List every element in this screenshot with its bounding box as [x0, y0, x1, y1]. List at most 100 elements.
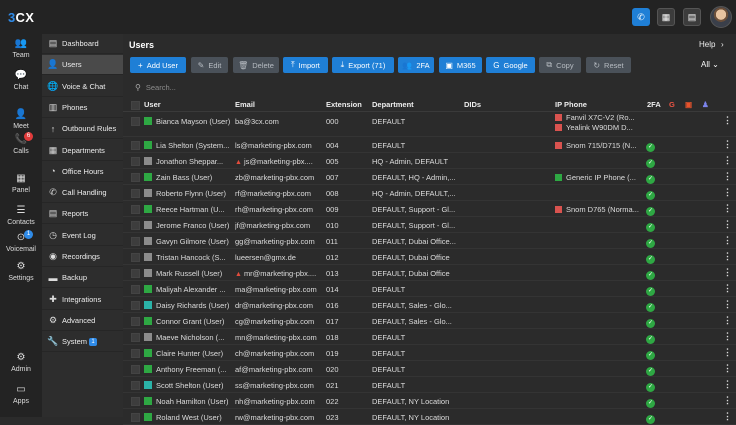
- row-menu-icon[interactable]: ⋮: [723, 219, 732, 230]
- column-user[interactable]: User: [144, 100, 161, 109]
- menu-item-outbound-rules[interactable]: ↑ Outbound Rules: [42, 119, 123, 140]
- row-menu-icon[interactable]: ⋮: [723, 251, 732, 262]
- table-row[interactable]: Anthony Freeman (... af@marketing-pbx.com…: [123, 361, 736, 377]
- row-checkbox[interactable]: [131, 116, 140, 126]
- notes-icon[interactable]: ▤: [683, 8, 701, 26]
- menu-item-recordings[interactable]: ◉ Recordings: [42, 247, 123, 267]
- qr-code-icon[interactable]: ▦: [657, 8, 675, 26]
- user-name[interactable]: Lia Shelton (System...: [156, 141, 232, 150]
- table-row[interactable]: Jerome Franco (User) jf@marketing-pbx.com…: [123, 217, 736, 233]
- import-button[interactable]: ⤒ Import: [283, 57, 328, 73]
- row-checkbox[interactable]: [131, 188, 140, 198]
- add-user-button[interactable]: + Add User: [130, 57, 186, 73]
- table-row[interactable]: Maeve Nicholson (... mn@marketing-pbx.com…: [123, 329, 736, 345]
- row-menu-icon[interactable]: ⋮: [723, 267, 732, 278]
- row-menu-icon[interactable]: ⋮: [723, 395, 732, 406]
- row-checkbox[interactable]: [131, 220, 140, 230]
- rail-item-team[interactable]: 👥 Team: [0, 38, 42, 59]
- column-extension[interactable]: Extension: [326, 100, 362, 109]
- user-name[interactable]: Daisy Richards (User): [156, 301, 232, 310]
- user-name[interactable]: Bianca Mayson (User): [156, 117, 232, 126]
- reset-button[interactable]: ↻ Reset: [586, 57, 631, 73]
- row-menu-icon[interactable]: ⋮: [723, 299, 732, 310]
- menu-item-call-handling[interactable]: ✆ Call Handling: [42, 183, 123, 204]
- chevron-right-icon[interactable]: ›: [721, 40, 724, 49]
- column-department[interactable]: Department: [372, 100, 414, 109]
- rail-item-panel[interactable]: ▦ Panel: [0, 173, 42, 194]
- row-menu-icon[interactable]: ⋮: [723, 139, 732, 150]
- row-checkbox[interactable]: [131, 364, 140, 374]
- ip-phone[interactable]: Snom D765 (Norma...: [555, 205, 643, 214]
- row-menu-icon[interactable]: ⋮: [723, 187, 732, 198]
- user-name[interactable]: Maliyah Alexander ...: [156, 285, 232, 294]
- google-button[interactable]: G Google: [486, 57, 535, 73]
- column-dids[interactable]: DIDs: [464, 100, 481, 109]
- user-name[interactable]: Claire Hunter (User): [156, 349, 232, 358]
- app-logo[interactable]: 3CX: [8, 10, 34, 25]
- column-email[interactable]: Email: [235, 100, 255, 109]
- user-name[interactable]: Maeve Nicholson (...: [156, 333, 232, 342]
- table-row[interactable]: Bianca Mayson (User) ba@3cx.com 000 DEFAULT…: [123, 113, 736, 137]
- table-row[interactable]: Daisy Richards (User) dr@marketing-pbx.co…: [123, 297, 736, 313]
- menu-item-phones[interactable]: ▥ Phones: [42, 98, 123, 118]
- menu-item-integrations[interactable]: ✚ Integrations: [42, 290, 123, 310]
- row-menu-icon[interactable]: ⋮: [723, 155, 732, 166]
- row-menu-icon[interactable]: ⋮: [723, 331, 732, 342]
- rail-item-chat[interactable]: 💬 Chat: [0, 70, 42, 91]
- table-row[interactable]: Gavyn Gilmore (User) gg@marketing-pbx.com…: [123, 233, 736, 249]
- menu-item-advanced[interactable]: ⚙ Advanced: [42, 311, 123, 331]
- row-checkbox[interactable]: [131, 252, 140, 262]
- user-name[interactable]: Jerome Franco (User): [156, 221, 232, 230]
- row-checkbox[interactable]: [131, 316, 140, 326]
- menu-item-office-hours[interactable]: ◔ Office Hours: [42, 162, 123, 182]
- column-2fa[interactable]: 2FA: [647, 100, 661, 109]
- table-row[interactable]: Tristan Hancock (S... lueersen@gmx.de 012 D…: [123, 249, 736, 265]
- menu-item-backup[interactable]: ▬ Backup: [42, 268, 123, 289]
- user-name[interactable]: Connor Grant (User): [156, 317, 232, 326]
- menu-item-dashboard[interactable]: ▤ Dashboard: [42, 34, 123, 54]
- rail-item-meet[interactable]: 👤 Meet: [0, 109, 42, 130]
- rail-item-settings[interactable]: ⚙ Settings: [0, 261, 42, 282]
- menu-item-voice-chat[interactable]: 🌐 Voice & Chat: [42, 77, 123, 97]
- avatar[interactable]: [710, 6, 732, 28]
- table-row[interactable]: Claire Hunter (User) ch@marketing-pbx.com…: [123, 345, 736, 361]
- table-row[interactable]: Scott Shelton (User) ss@marketing-pbx.com…: [123, 377, 736, 393]
- select-all-checkbox[interactable]: [131, 101, 140, 110]
- ip-phone[interactable]: Generic IP Phone (...: [555, 173, 643, 182]
- ip-phone[interactable]: Yealink W90DM D...: [555, 123, 643, 132]
- help-link[interactable]: Help: [699, 40, 715, 49]
- row-checkbox[interactable]: [131, 300, 140, 310]
- row-menu-icon[interactable]: ⋮: [723, 347, 732, 358]
- table-row[interactable]: Reece Hartman (U... rh@marketing-pbx.com 0…: [123, 201, 736, 217]
- row-checkbox[interactable]: [131, 284, 140, 294]
- user-name[interactable]: Zain Bass (User): [156, 173, 232, 182]
- edit-button[interactable]: ✎ Edit: [191, 57, 228, 73]
- ip-phone[interactable]: Snom 715/D715 (N...: [555, 141, 643, 150]
- row-checkbox[interactable]: [131, 268, 140, 278]
- row-menu-icon[interactable]: ⋮: [723, 171, 732, 182]
- table-row[interactable]: Jonathon Sheppar... ▲ js@marketing-pbx....…: [123, 153, 736, 169]
- user-name[interactable]: Scott Shelton (User): [156, 381, 232, 390]
- row-menu-icon[interactable]: ⋮: [723, 363, 732, 374]
- row-menu-icon[interactable]: ⋮: [723, 283, 732, 294]
- row-menu-icon[interactable]: ⋮: [723, 115, 732, 126]
- table-row[interactable]: Lia Shelton (System... ls@marketing-pbx.c…: [123, 137, 736, 153]
- table-row[interactable]: Roberto Flynn (User) rf@marketing-pbx.com…: [123, 185, 736, 201]
- table-row[interactable]: Roland West (User) rw@marketing-pbx.com 02…: [123, 409, 736, 425]
- menu-item-event-log[interactable]: ◷ Event Log: [42, 226, 123, 246]
- table-row[interactable]: Zain Bass (User) zb@marketing-pbx.com 007 D…: [123, 169, 736, 185]
- rail-item-apps[interactable]: ▭ Apps: [0, 384, 42, 405]
- menu-item-users[interactable]: 👤 Users: [42, 55, 123, 76]
- two-fa-button[interactable]: 👥 2FA: [398, 57, 434, 73]
- user-name[interactable]: Roland West (User): [156, 413, 232, 422]
- row-checkbox[interactable]: [131, 156, 140, 166]
- phone-dialer-icon[interactable]: ✆: [632, 8, 650, 26]
- user-name[interactable]: Gavyn Gilmore (User): [156, 237, 232, 246]
- row-checkbox[interactable]: [131, 172, 140, 182]
- row-menu-icon[interactable]: ⋮: [723, 235, 732, 246]
- row-checkbox[interactable]: [131, 140, 140, 150]
- rail-item-voicemail[interactable]: ⊙ Voicemail 1: [0, 230, 42, 253]
- table-row[interactable]: Mark Russell (User) ▲ mr@marketing-pbx....…: [123, 265, 736, 281]
- user-name[interactable]: Roberto Flynn (User): [156, 189, 232, 198]
- delete-button[interactable]: 🗑 Delete: [233, 57, 279, 73]
